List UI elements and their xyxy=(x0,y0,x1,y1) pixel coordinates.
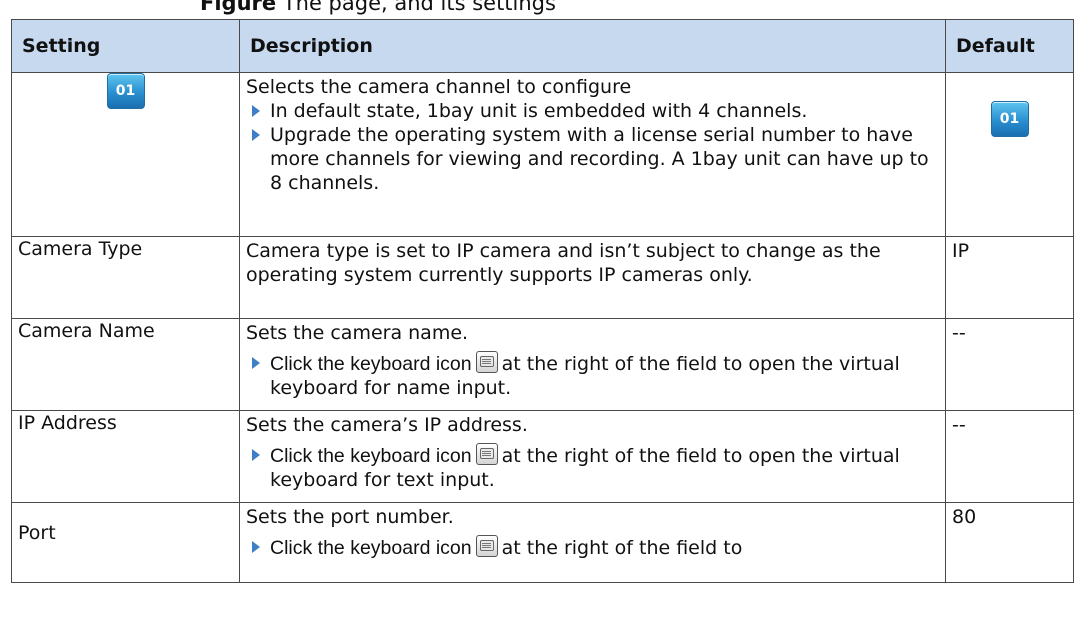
triangle-bullet-icon xyxy=(252,541,260,553)
bullet-item: Click the keyboard icon at the right of t… xyxy=(246,443,939,492)
default-cell: 01 xyxy=(945,72,1074,237)
settings-table: Setting Description Default 01 Selects t… xyxy=(11,19,1074,583)
channel-01-icon: 01 xyxy=(990,101,1029,137)
triangle-bullet-icon xyxy=(252,449,260,461)
bullet-item: In default state, 1bay unit is embedded … xyxy=(246,99,939,123)
triangle-bullet-icon xyxy=(252,357,260,369)
table-row: IP Address Sets the camera’s IP address.… xyxy=(11,410,1074,503)
caption-prefix: Figure xyxy=(200,0,277,15)
default-cell: 80 xyxy=(945,502,1074,583)
table-row: 01 Selects the camera channel to configu… xyxy=(11,72,1074,237)
description-cell: Sets the port number. Click the keyboard… xyxy=(239,502,946,583)
keyboard-icon xyxy=(475,535,498,557)
description-lead: Sets the camera name. xyxy=(246,322,469,344)
header-description: Description xyxy=(239,19,946,73)
caption-strip: Figure The page, and its settings xyxy=(0,0,1084,20)
bullet-text-pre: Click the keyboard icon xyxy=(270,353,472,375)
setting-cell: IP Address xyxy=(11,410,240,503)
table-row: Camera Type Camera type is set to IP cam… xyxy=(11,236,1074,319)
triangle-bullet-icon xyxy=(252,105,260,117)
description-lead: Sets the camera’s IP address. xyxy=(246,414,528,436)
description-lead: Camera type is set to IP camera and isn’… xyxy=(246,240,881,286)
channel-01-icon: 01 xyxy=(106,73,145,109)
table-row: Camera Name Sets the camera name. Click … xyxy=(11,318,1074,411)
description-cell: Sets the camera’s IP address. Click the … xyxy=(239,410,946,503)
description-cell: Selects the camera channel to configure … xyxy=(239,72,946,237)
bullet-item: Click the keyboard icon at the right of t… xyxy=(246,535,939,560)
description-lead: Sets the port number. xyxy=(246,506,454,528)
description-cell: Camera type is set to IP camera and isn’… xyxy=(239,236,946,319)
setting-cell: Camera Name xyxy=(11,318,240,411)
bullet-text: In default state, 1bay unit is embedded … xyxy=(270,100,808,122)
setting-cell: Port xyxy=(11,502,240,583)
triangle-bullet-icon xyxy=(252,129,260,141)
header-default: Default xyxy=(945,19,1074,73)
header-setting: Setting xyxy=(11,19,240,73)
default-cell: -- xyxy=(945,318,1074,411)
default-cell: IP xyxy=(945,236,1074,319)
table-row: Port Sets the port number. Click the key… xyxy=(11,502,1074,583)
default-cell: -- xyxy=(945,410,1074,503)
bullet-text: Upgrade the operating system with a lice… xyxy=(270,124,929,194)
description-lead: Selects the camera channel to configure xyxy=(246,76,632,98)
keyboard-icon xyxy=(475,351,498,373)
description-cell: Sets the camera name. Click the keyboard… xyxy=(239,318,946,411)
bullet-item: Click the keyboard icon at the right of t… xyxy=(246,351,939,400)
bullet-text-post: at the right of the field to xyxy=(501,537,743,559)
table-header-row: Setting Description Default xyxy=(11,19,1074,73)
figure-caption: Figure The page, and its settings xyxy=(200,0,556,15)
setting-cell: Camera Type xyxy=(11,236,240,319)
bullet-item: Upgrade the operating system with a lice… xyxy=(246,123,939,195)
bullet-text-pre: Click the keyboard icon xyxy=(270,445,472,467)
caption-text: The page, and its settings xyxy=(282,0,556,15)
keyboard-icon xyxy=(475,443,498,465)
setting-cell: 01 xyxy=(11,72,240,237)
bullet-text-pre: Click the keyboard icon xyxy=(270,537,472,559)
